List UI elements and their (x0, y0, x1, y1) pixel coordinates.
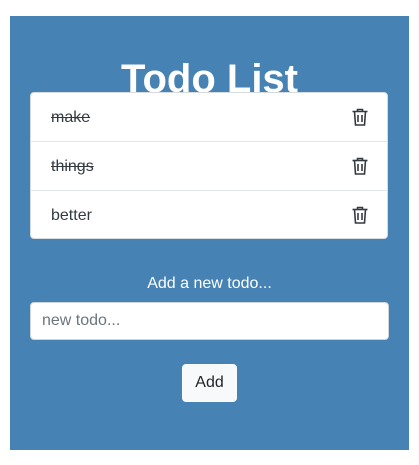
todo-item-make[interactable]: make (31, 93, 387, 142)
trash-icon[interactable] (351, 156, 369, 176)
todo-item-text: better (51, 207, 92, 224)
todo-item-text: make (51, 109, 91, 126)
todo-item-things[interactable]: things (31, 142, 387, 191)
trash-icon[interactable] (351, 107, 369, 127)
new-todo-input[interactable] (30, 302, 389, 340)
todo-item-better[interactable]: better (31, 191, 387, 238)
todo-app-panel: Todo List make things better Add a new t… (10, 16, 409, 450)
trash-icon[interactable] (351, 205, 369, 225)
todo-list: make things better (30, 92, 388, 239)
todo-item-text: things (51, 158, 94, 175)
add-todo-label: Add a new todo... (147, 275, 272, 292)
add-button[interactable]: Add (182, 364, 237, 402)
